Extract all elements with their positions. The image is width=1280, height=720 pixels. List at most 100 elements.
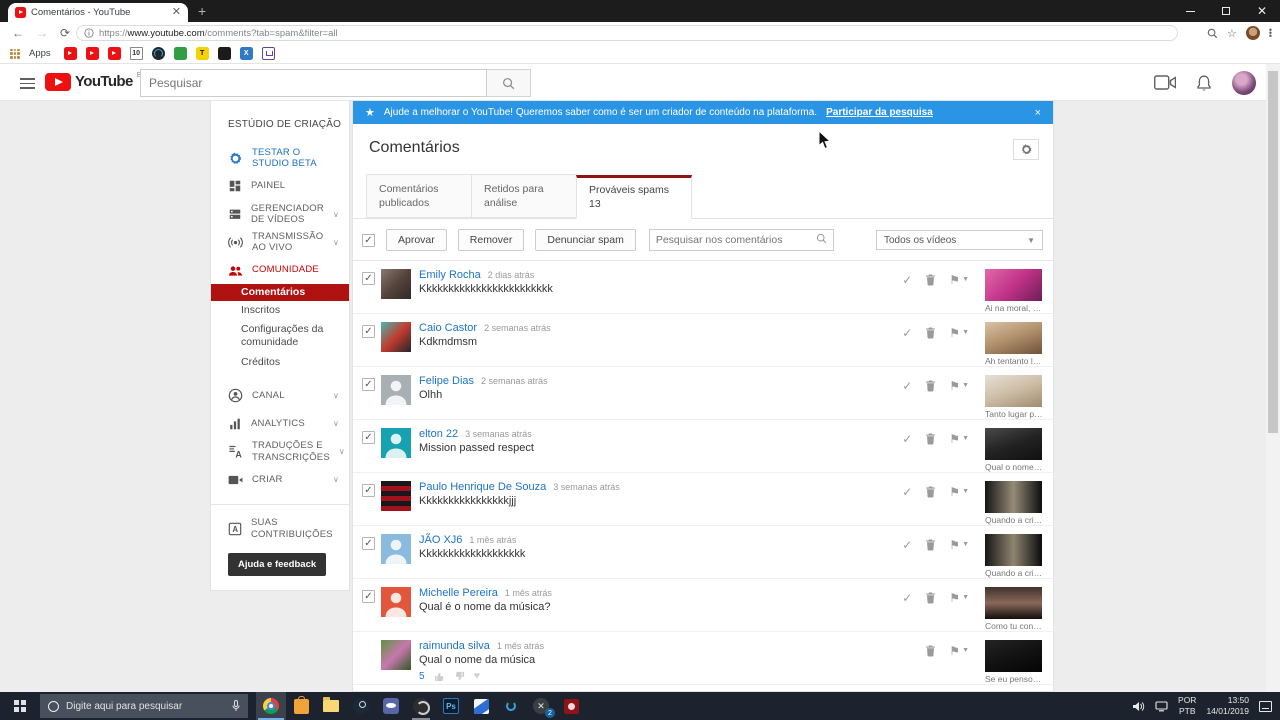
tab-comentarios-publicados[interactable]: Comentários publicados [366,174,472,218]
sidebar-item-canal[interactable]: CANAL ∨ [211,382,349,410]
comments-search-input[interactable] [650,234,810,246]
taskbar-file-explorer-icon[interactable] [316,692,346,720]
sidebar-item-criar[interactable]: CRIAR ∨ [211,466,349,494]
approve-icon[interactable]: ✓ [902,592,912,604]
zoom-icon[interactable] [1207,28,1218,39]
bookmark-favicon-youtube[interactable] [108,47,121,60]
sidebar-item-traducoes[interactable]: A TRADUÇÕES ETRANSCRIÇÕES ∨ [211,438,349,466]
sidebar-subitem-inscritos[interactable]: Inscritos [211,301,349,320]
taskbar-photoshop-icon[interactable]: Ps [436,692,466,720]
sidebar-item-suas-contribuicoes[interactable]: A SUAS CONTRIBUIÇÕES [211,515,349,543]
action-center-icon[interactable] [1259,701,1272,712]
video-thumbnail[interactable] [985,322,1042,354]
comment-checkbox[interactable]: ✓ [362,431,375,444]
comment-checkbox[interactable]: ✓ [362,484,375,497]
bookmark-favicon-blue[interactable]: X [240,47,253,60]
tab-retidos-para-analise[interactable]: Retidos para análise [471,174,577,218]
video-title[interactable]: Se eu penso e... [985,674,1043,684]
sidebar-item-studio-beta[interactable]: TESTAR O STUDIO BETA [211,144,349,172]
report-spam-button[interactable]: Denunciar spam [535,229,635,251]
trash-icon[interactable] [925,644,936,657]
browser-menu-icon[interactable]: ••• [1269,29,1272,38]
avatar[interactable] [381,534,411,564]
avatar[interactable] [381,322,411,352]
window-minimize-button[interactable] [1172,0,1208,22]
reload-icon[interactable]: ⟳ [60,27,70,39]
trash-icon[interactable] [925,432,936,445]
trash-icon[interactable] [925,591,936,604]
taskbar-opera-icon[interactable] [496,692,526,720]
avatar[interactable] [381,640,411,670]
approve-icon[interactable]: ✓ [902,274,912,286]
tab-provaveis-spams[interactable]: Prováveis spams 13 [576,175,692,219]
taskbar-search[interactable]: Digite aqui para pesquisar [40,694,248,718]
bookmark-favicon-youtube[interactable] [64,47,77,60]
sidebar-subitem-configuracoes[interactable]: Configurações da comunidade [211,320,336,352]
bookmark-favicon-black[interactable] [218,47,231,60]
video-title[interactable]: Ai na moral, vo... [985,303,1043,313]
sidebar-subitem-creditos[interactable]: Créditos [211,353,349,372]
video-thumbnail[interactable] [985,269,1042,301]
page-scrollbar[interactable] [1266,64,1280,692]
avatar[interactable] [381,269,411,299]
select-all-checkbox[interactable]: ✓ [362,234,375,247]
bookmark-favicon-green[interactable] [174,47,187,60]
comment-checkbox[interactable]: ✓ [362,272,375,285]
comment-author[interactable]: raimunda silva [419,640,490,652]
approve-icon[interactable]: ✓ [902,380,912,392]
taskbar-red-app-icon[interactable] [556,692,586,720]
survey-link[interactable]: Participar da pesquisa [826,107,933,118]
forward-icon[interactable]: → [36,27,48,39]
approve-icon[interactable]: ✓ [902,327,912,339]
video-title[interactable]: Quando a crian... [985,515,1043,525]
thumbs-down-icon[interactable] [454,671,465,682]
banner-close-icon[interactable]: × [1035,107,1041,119]
sidebar-item-comunidade[interactable]: COMUNIDADE [211,256,349,284]
comment-author[interactable]: Paulo Henrique De Souza [419,481,546,493]
trash-icon[interactable] [925,326,936,339]
back-icon[interactable]: ← [12,27,24,39]
flag-icon[interactable]: ⚑▼ [949,274,969,286]
comment-author[interactable]: JÃO XJ6 [419,534,462,546]
comment-author[interactable]: Caio Castor [419,322,477,334]
clock[interactable]: 13:5014/01/2019 [1206,695,1249,716]
video-title[interactable]: Tanto lugar pra ... [985,409,1043,419]
scrollbar-thumb[interactable] [1268,71,1278,433]
taskbar-obs-icon[interactable] [406,692,436,720]
bookmark-favicon-dark-circle[interactable] [152,47,165,60]
trash-icon[interactable] [925,485,936,498]
comment-author[interactable]: Michelle Pereira [419,587,498,599]
start-button[interactable] [0,692,40,720]
approve-button[interactable]: Aprovar [386,229,447,251]
new-tab-button[interactable]: + [198,3,206,19]
approve-icon[interactable]: ✓ [902,486,912,498]
comments-settings-button[interactable] [1013,139,1039,160]
search-icon[interactable] [810,231,833,249]
thumbs-up-icon[interactable] [434,671,445,682]
comment-checkbox[interactable]: ✓ [362,590,375,603]
sidebar-item-analytics[interactable]: ANALYTICS ∨ [211,410,349,438]
trash-icon[interactable] [925,538,936,551]
sidebar-item-gerenciador-videos[interactable]: GERENCIADOR DE VÍDEOS ∨ [211,200,349,228]
youtube-search-input[interactable] [140,69,487,97]
approve-icon[interactable]: ✓ [902,539,912,551]
flag-icon[interactable]: ⚑▼ [949,327,969,339]
video-thumbnail[interactable] [985,375,1042,407]
comment-checkbox[interactable]: ✓ [362,537,375,550]
microphone-icon[interactable] [232,700,240,712]
video-thumbnail[interactable] [985,587,1042,619]
account-avatar[interactable] [1232,71,1256,95]
bookmark-favicon-yellow[interactable]: T [196,47,209,60]
comment-author[interactable]: elton 22 [419,428,458,440]
taskbar-xbox-icon[interactable]: 2 [526,692,556,720]
bookmark-star-icon[interactable]: ☆ [1227,27,1237,40]
avatar[interactable] [381,428,411,458]
flag-icon[interactable]: ⚑▼ [949,592,969,604]
sidebar-item-transmissao-ao-vivo[interactable]: TRANSMISSÃO AO VIVO ∨ [211,228,349,256]
apps-label[interactable]: Apps [29,48,51,59]
avatar[interactable] [381,481,411,511]
video-title[interactable]: Qual o nome do... [985,462,1043,472]
taskbar-discord-icon[interactable] [376,692,406,720]
flag-icon[interactable]: ⚑▼ [949,486,969,498]
page-info-icon[interactable] [84,28,94,38]
